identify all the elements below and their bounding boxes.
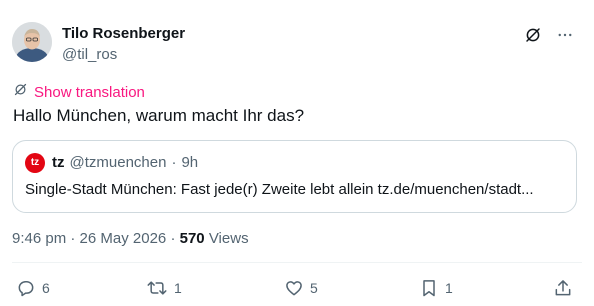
share-button[interactable] — [553, 278, 573, 298]
tweet-actions: 6 1 5 1 — [16, 278, 578, 300]
divider — [12, 262, 582, 263]
bookmark-icon — [419, 278, 439, 298]
quoted-tweet-text: Single-Stadt München: Fast jede(r) Zweit… — [25, 181, 534, 198]
repost-button[interactable]: 1 — [146, 278, 182, 298]
show-translation-link[interactable]: Show translation — [13, 82, 145, 102]
quoted-time: 9h — [181, 154, 199, 171]
quoted-author-handle: @tzmuenchen — [69, 154, 167, 171]
tweet-time[interactable]: 9:46 pm — [12, 230, 66, 247]
author-handle[interactable]: @til_ros — [62, 46, 185, 64]
views-label: Views — [208, 230, 249, 247]
avatar-image — [12, 22, 52, 62]
views-count: 570 — [179, 230, 205, 247]
like-count: 5 — [310, 280, 318, 296]
tweet-text: Hallo München, warum macht Ihr das? — [13, 106, 305, 125]
like-button[interactable]: 5 — [284, 278, 318, 298]
quoted-tweet[interactable]: tz tz @tzmuenchen · 9h Single-Stadt Münc… — [12, 140, 577, 213]
bookmark-count: 1 — [445, 280, 453, 296]
quoted-tweet-header: tz tz @tzmuenchen · 9h — [25, 153, 198, 173]
repost-count: 1 — [174, 280, 182, 296]
author-info: Tilo Rosenberger @til_ros — [62, 25, 185, 64]
show-translation-label: Show translation — [34, 83, 145, 101]
reply-icon — [16, 278, 36, 298]
share-icon — [553, 278, 573, 298]
tweet-date[interactable]: 26 May 2026 — [80, 230, 167, 247]
quoted-separator: · — [171, 154, 177, 171]
tweet-header-actions — [524, 26, 574, 44]
more-icon[interactable] — [556, 26, 574, 44]
meta-separator: · — [170, 230, 176, 247]
repost-icon — [146, 278, 168, 298]
author-name[interactable]: Tilo Rosenberger — [62, 25, 185, 43]
reply-button[interactable]: 6 — [16, 278, 50, 298]
reply-count: 6 — [42, 280, 50, 296]
quoted-avatar: tz — [25, 153, 45, 173]
quoted-author-name: tz — [52, 154, 65, 171]
grok-icon[interactable] — [524, 26, 542, 44]
bookmark-button[interactable]: 1 — [419, 278, 453, 298]
meta-separator: · — [70, 230, 76, 247]
tweet-meta: 9:46 pm · 26 May 2026 · 570 Views — [12, 230, 249, 248]
avatar[interactable] — [12, 22, 52, 62]
translate-icon — [13, 82, 28, 102]
like-icon — [284, 278, 304, 298]
